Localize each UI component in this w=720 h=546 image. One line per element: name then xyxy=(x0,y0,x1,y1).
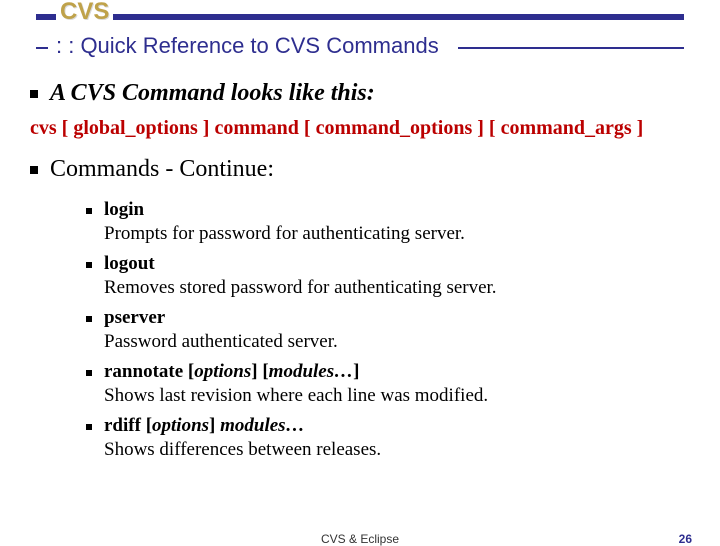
command-args-italic: options xyxy=(152,415,209,436)
list-item: logout Removes stored password for authe… xyxy=(86,253,690,305)
command-args-plain: ] xyxy=(353,361,359,382)
command-desc: Shows differences between releases. xyxy=(104,439,381,461)
command-args-plain: ] xyxy=(209,415,220,436)
section-2: Commands - Continue: xyxy=(30,156,690,183)
commands-list: login Prompts for password for authentic… xyxy=(30,191,690,467)
sub-bullet-icon xyxy=(86,208,92,214)
footer-center-text: CVS & Eclipse xyxy=(0,532,720,546)
command-desc: Shows last revision where each line was … xyxy=(104,385,488,407)
bullet-icon xyxy=(30,90,38,98)
sub-bullet-icon xyxy=(86,262,92,268)
command-args-plain: [ xyxy=(183,361,194,382)
subtitle-line-left xyxy=(36,47,48,49)
title-bar: CVS xyxy=(0,2,720,30)
bullet-icon xyxy=(30,166,38,174)
command-name: logout xyxy=(104,253,155,274)
command-desc: Prompts for password for authenticating … xyxy=(104,223,465,245)
subtitle-bar: : : Quick Reference to CVS Commands xyxy=(0,34,720,64)
command-name: pserver xyxy=(104,307,165,328)
command-name: rdiff xyxy=(104,415,141,436)
list-item: pserver Password authenticated server. xyxy=(86,307,690,359)
page-subtitle: : : Quick Reference to CVS Commands xyxy=(52,33,443,59)
section-1: A CVS Command looks like this: xyxy=(30,80,690,107)
command-desc: Removes stored password for authenticati… xyxy=(104,277,497,299)
list-item: login Prompts for password for authentic… xyxy=(86,199,690,251)
list-item: rdiff [options] modules… Shows differenc… xyxy=(86,415,690,467)
page-number: 26 xyxy=(679,532,692,546)
sub-bullet-icon xyxy=(86,316,92,322)
section-1-heading: A CVS Command looks like this: xyxy=(50,80,375,107)
command-args-italic: modules… xyxy=(220,415,304,436)
section-2-heading: Commands - Continue: xyxy=(50,156,274,183)
sub-bullet-icon xyxy=(86,424,92,430)
command-name: rannotate xyxy=(104,361,183,382)
sub-bullet-icon xyxy=(86,370,92,376)
content-area: A CVS Command looks like this: cvs [ glo… xyxy=(0,64,720,467)
command-args-italic: options xyxy=(194,361,251,382)
command-syntax: cvs [ global_options ] command [ command… xyxy=(30,117,690,140)
command-args-plain: ] [ xyxy=(251,361,268,382)
command-desc: Password authenticated server. xyxy=(104,331,338,353)
subtitle-line-right xyxy=(458,47,684,49)
command-args-plain: [ xyxy=(141,415,152,436)
title-underline xyxy=(36,14,684,20)
list-item: rannotate [options] [modules…] Shows las… xyxy=(86,361,690,413)
command-name: login xyxy=(104,199,144,220)
page-title: CVS xyxy=(56,0,113,26)
command-args-italic: modules… xyxy=(269,361,353,382)
